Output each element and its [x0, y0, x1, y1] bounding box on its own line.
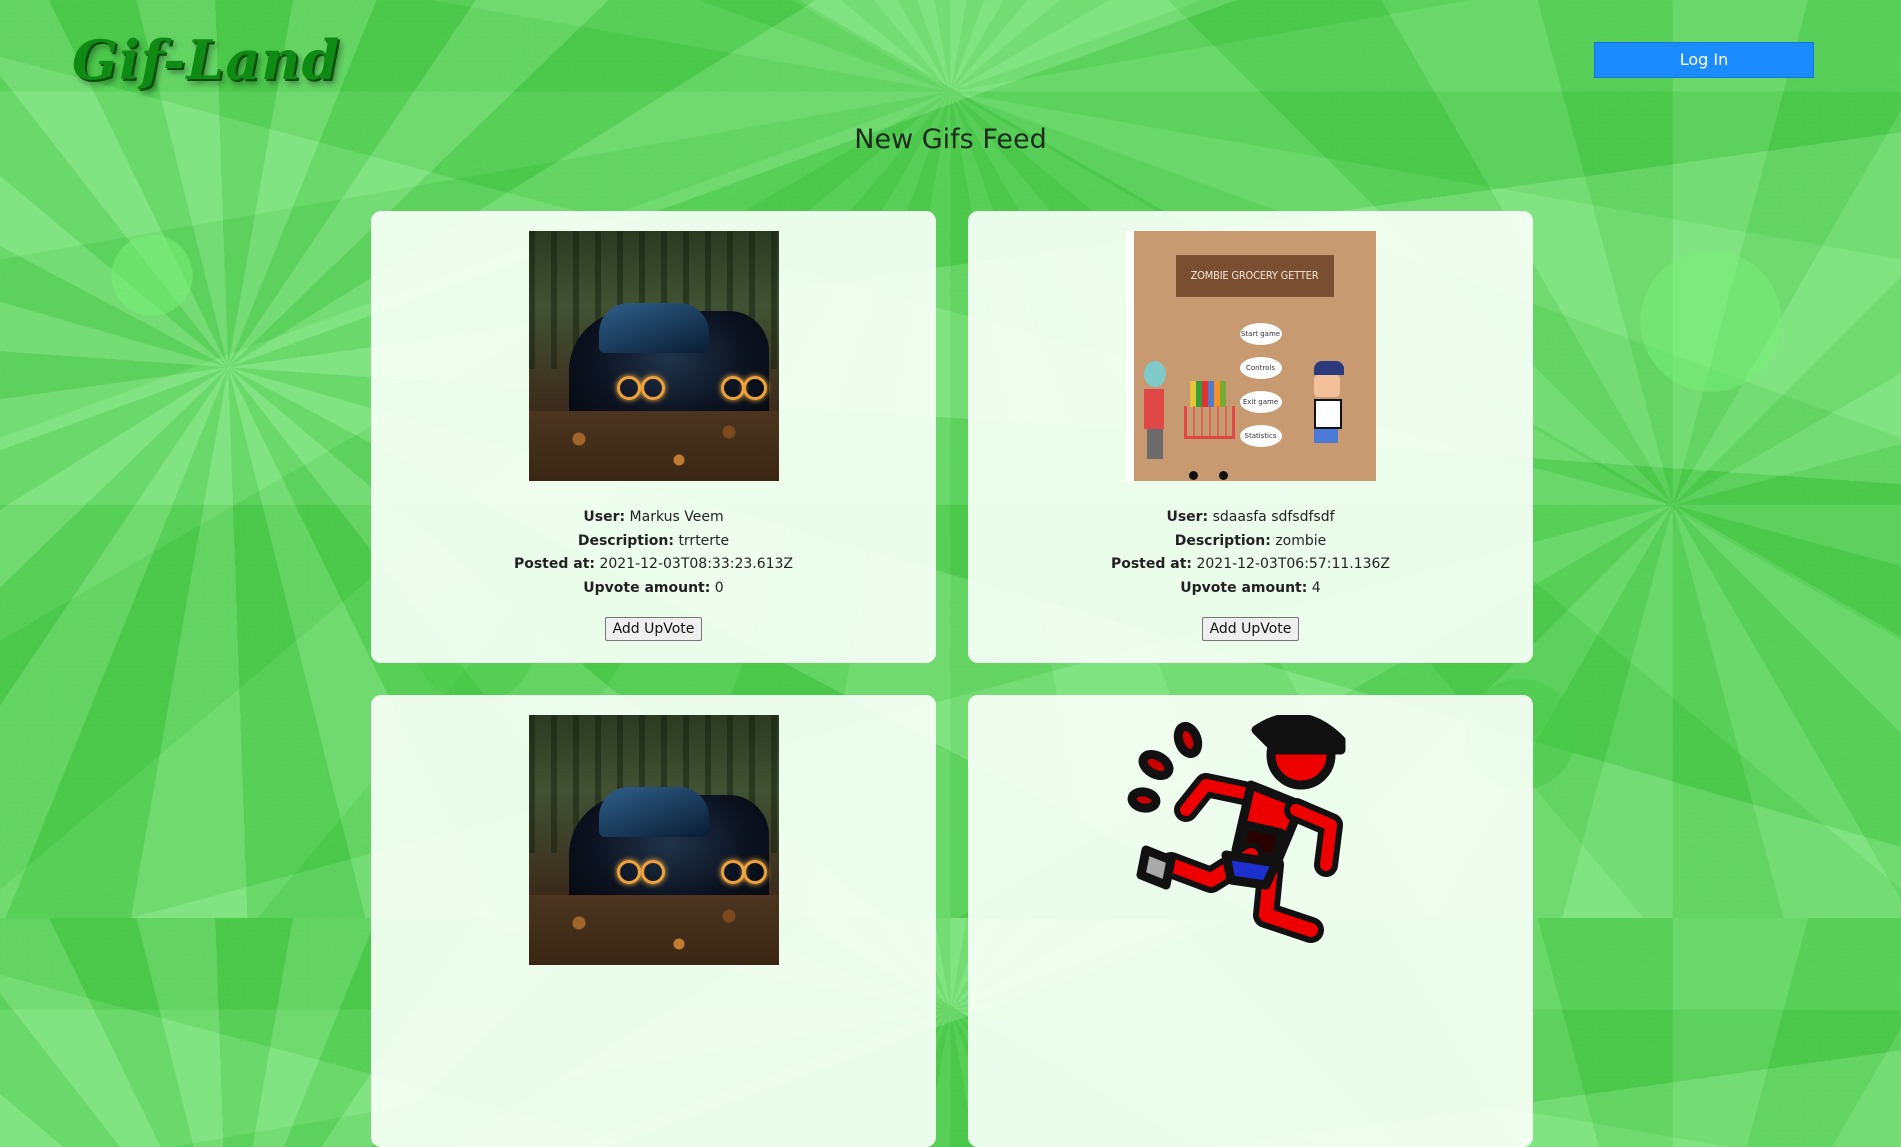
post-date: Posted at: 2021-12-03T06:57:11.136Z: [968, 553, 1533, 577]
running-man-icon: [1127, 715, 1345, 943]
runner-figure: [1313, 361, 1358, 461]
posted-at-label: Posted at:: [1110, 556, 1193, 572]
user-label: User:: [1166, 509, 1209, 525]
upvote-amount-label: Upvote amount:: [583, 579, 711, 596]
game-title: ZOMBIE GROCERY GETTER: [1175, 255, 1334, 297]
post-date: Posted at: 2021-12-03T08:33:23.613Z: [371, 553, 936, 577]
gif-image-car: [528, 715, 779, 965]
game-menu-item: Statistics: [1239, 425, 1282, 447]
game-menu-item: Start game: [1239, 323, 1282, 345]
zombie-figure: [1143, 361, 1166, 461]
posted-at-value: 2021-12-03T06:57:11.136Z: [1196, 556, 1391, 572]
gif-image-running-man: [1126, 715, 1376, 965]
posted-at-label: Posted at:: [513, 556, 596, 572]
gif-feed: User: Markus Veem Description: trrterte …: [371, 211, 1533, 1147]
gif-image-car: [528, 231, 779, 481]
gif-image-zombie-game: ZOMBIE GROCERY GETTER Start game Control…: [1125, 231, 1376, 481]
posted-at-value: 2021-12-03T08:33:23.613Z: [599, 556, 794, 572]
user-value: Markus Veem: [629, 509, 724, 525]
upvote-amount-value: 0: [714, 579, 724, 596]
shopping-cart: [1183, 406, 1235, 439]
gif-card: [371, 695, 936, 1147]
description-label: Description:: [1174, 532, 1271, 549]
game-menu-item: Controls: [1239, 357, 1282, 379]
post-upvotes: Upvote amount: 0: [371, 577, 936, 601]
gif-card: ZOMBIE GROCERY GETTER Start game Control…: [968, 211, 1533, 663]
description-label: Description:: [577, 532, 674, 549]
game-menu-item: Exit game: [1239, 391, 1282, 413]
add-upvote-button[interactable]: Add UpVote: [604, 617, 703, 641]
post-user: User: sdaasfa sdfsdfsdf: [968, 506, 1533, 530]
post-upvotes: Upvote amount: 4: [968, 577, 1533, 601]
site-logo[interactable]: Gif-Land: [72, 28, 340, 92]
description-value: trrterte: [678, 532, 730, 549]
add-upvote-button[interactable]: Add UpVote: [1201, 617, 1300, 641]
gif-card: User: Markus Veem Description: trrterte …: [371, 211, 936, 663]
user-label: User:: [583, 509, 626, 525]
post-description: Description: trrterte: [371, 530, 936, 554]
gif-card: [968, 695, 1533, 1147]
description-value: zombie: [1275, 532, 1327, 549]
login-button[interactable]: Log In: [1594, 42, 1814, 78]
page-title: New Gifs Feed: [854, 124, 1047, 155]
post-description: Description: zombie: [968, 530, 1533, 554]
upvote-amount-value: 4: [1311, 579, 1321, 596]
upvote-amount-label: Upvote amount:: [1180, 579, 1308, 596]
user-value: sdaasfa sdfsdfsdf: [1212, 509, 1335, 525]
post-user: User: Markus Veem: [371, 506, 936, 530]
